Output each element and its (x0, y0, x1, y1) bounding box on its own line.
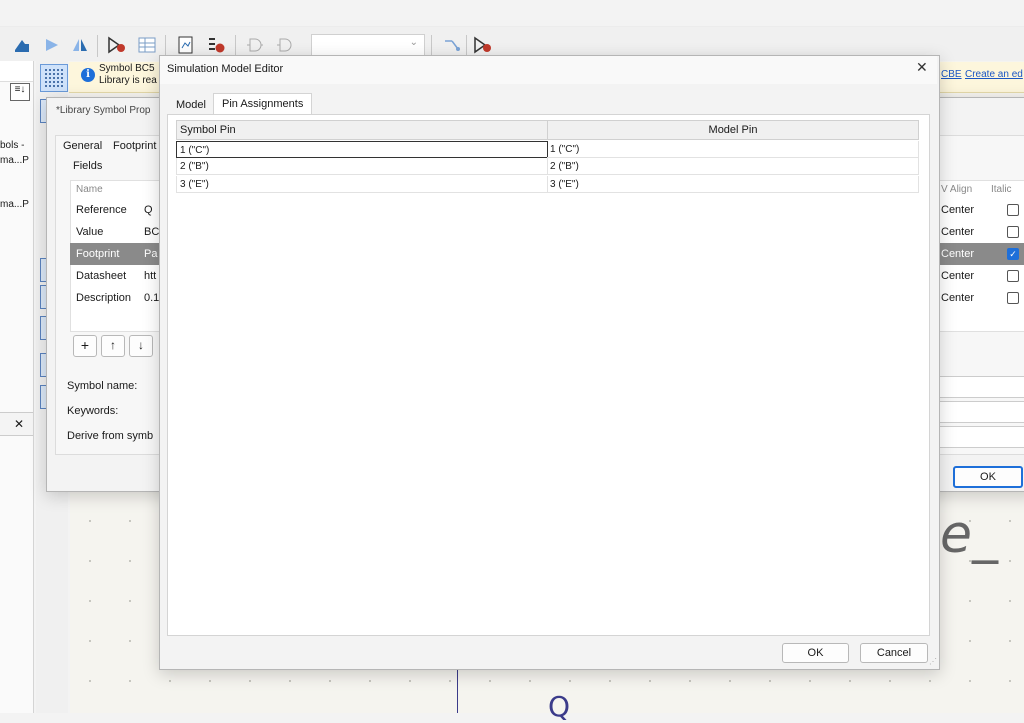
symbol-checker-icon[interactable] (107, 35, 127, 55)
plus-icon: + (80, 337, 90, 353)
field-name: Description (76, 292, 132, 304)
tab-general[interactable]: General (63, 140, 102, 152)
field-v-align: Center (941, 270, 975, 282)
tab-pin-assignments[interactable]: Pin Assignments (213, 93, 312, 116)
chevron-down-icon: ⌄ (409, 37, 418, 48)
column-header-symbol-pin-label: Symbol Pin (180, 124, 236, 136)
keywords-label: Keywords: (67, 405, 119, 417)
derive-from-symbol-select[interactable] (938, 426, 1024, 448)
unit-select[interactable]: ⌄ (311, 34, 425, 56)
grid-icon[interactable] (40, 64, 68, 92)
italic-checkbox[interactable] (1007, 270, 1019, 282)
datasheet-icon[interactable] (176, 35, 196, 55)
field-v-align: Center (941, 226, 975, 238)
ok-button[interactable]: OK (953, 466, 1023, 488)
table-icon[interactable] (137, 35, 157, 55)
column-header-v-align: V Align (941, 184, 973, 195)
model-pin-cell[interactable]: 3 ("E") (547, 176, 919, 193)
tab-pin-assignments-label: Pin Assignments (222, 98, 304, 110)
dialog-title: Simulation Model Editor (167, 63, 284, 75)
arrow-down-icon: ↓ (138, 338, 144, 352)
keywords-field[interactable] (938, 401, 1024, 423)
column-header-model-pin: Model Pin (547, 120, 919, 140)
toolbar-separator (97, 35, 98, 57)
move-up-button[interactable]: ↑ (101, 335, 125, 357)
field-name: Datasheet (76, 270, 127, 282)
close-icon[interactable]: ✕ (916, 59, 928, 76)
sort-icon[interactable]: ≡↓ (10, 83, 30, 101)
ok-button[interactable]: OK (782, 643, 849, 663)
field-v-align: Center (941, 204, 975, 216)
field-name: Reference (76, 204, 127, 216)
add-field-button[interactable]: + (73, 335, 97, 357)
tab-footprint[interactable]: Footprint (113, 140, 156, 152)
tree-item[interactable]: bols - (0, 140, 24, 151)
move-down-button[interactable]: ↓ (129, 335, 153, 357)
symbol-icon[interactable] (473, 35, 493, 55)
column-header-symbol-pin: Symbol Pin (176, 120, 548, 140)
gate-icon (247, 38, 263, 52)
symbol-pin-cell[interactable]: 2 ("B") (176, 158, 548, 175)
canvas-reference-text: Q (548, 690, 571, 723)
canvas-field-text: e_ (940, 505, 998, 565)
model-pin-cell[interactable]: 1 ("C") (547, 141, 919, 158)
symbol-name-field[interactable] (938, 376, 1024, 398)
italic-checkbox[interactable] (1007, 226, 1019, 238)
mirror-icon[interactable] (70, 35, 90, 55)
field-value: Pa (144, 248, 158, 260)
close-icon[interactable]: ✕ (14, 417, 24, 431)
italic-checkbox[interactable] (1007, 204, 1019, 216)
run-icon[interactable] (42, 35, 62, 55)
field-name: Footprint (76, 248, 120, 260)
info-message-line2: Library is rea (99, 75, 157, 86)
field-value: BC (144, 226, 160, 238)
derive-from-symbol-label: Derive from symb (67, 430, 154, 442)
symbol-pin-cell[interactable]: 1 ("C") (176, 141, 548, 158)
tab-model[interactable]: Model (176, 99, 206, 111)
info-message-line1: Symbol BC5 (99, 63, 155, 74)
pin-grid[interactable] (176, 120, 919, 624)
pin-icon[interactable] (442, 35, 462, 55)
cancel-button[interactable]: Cancel (860, 643, 928, 663)
field-value: Q (144, 204, 153, 216)
field-v-align: Center (941, 292, 975, 304)
toolbar-separator (165, 35, 166, 57)
toolbar-separator (466, 35, 467, 57)
field-name: Value (76, 226, 104, 238)
field-v-align: Center (941, 248, 975, 260)
symbol-name-label: Symbol name: (67, 380, 138, 392)
fields-label: Fields (73, 160, 103, 172)
tree-item[interactable]: ma...P (0, 155, 29, 166)
column-header-italic: Italic (991, 184, 1012, 195)
create-editable-copy-link[interactable]: Create an ed (965, 69, 1023, 80)
resize-grip-icon[interactable]: ⋰ (929, 657, 937, 666)
toolbar-separator (431, 35, 432, 57)
column-header-name: Name (76, 184, 103, 195)
symbol-pin-cell[interactable]: 3 ("E") (176, 176, 548, 193)
italic-checkbox-checked[interactable]: ✓ (1007, 248, 1019, 260)
model-pin-cell[interactable]: 2 ("B") (547, 158, 919, 175)
save-icon[interactable] (12, 35, 32, 55)
erc-icon[interactable] (206, 35, 226, 55)
search-field[interactable] (0, 61, 33, 82)
arrow-up-icon: ↑ (110, 338, 116, 352)
info-link[interactable]: CBE (941, 69, 962, 80)
toolbar-separator (235, 35, 236, 57)
field-value: htt (144, 270, 157, 282)
title-strip (0, 0, 1024, 27)
panel-header: ✕ (0, 412, 33, 436)
italic-checkbox[interactable] (1007, 292, 1019, 304)
dialog-title: *Library Symbol Prop (56, 105, 151, 116)
column-header-model-pin-label: Model Pin (708, 124, 758, 136)
gate2-icon (277, 38, 292, 52)
info-icon: i (81, 68, 95, 82)
tree-item[interactable]: ma...P (0, 199, 29, 210)
